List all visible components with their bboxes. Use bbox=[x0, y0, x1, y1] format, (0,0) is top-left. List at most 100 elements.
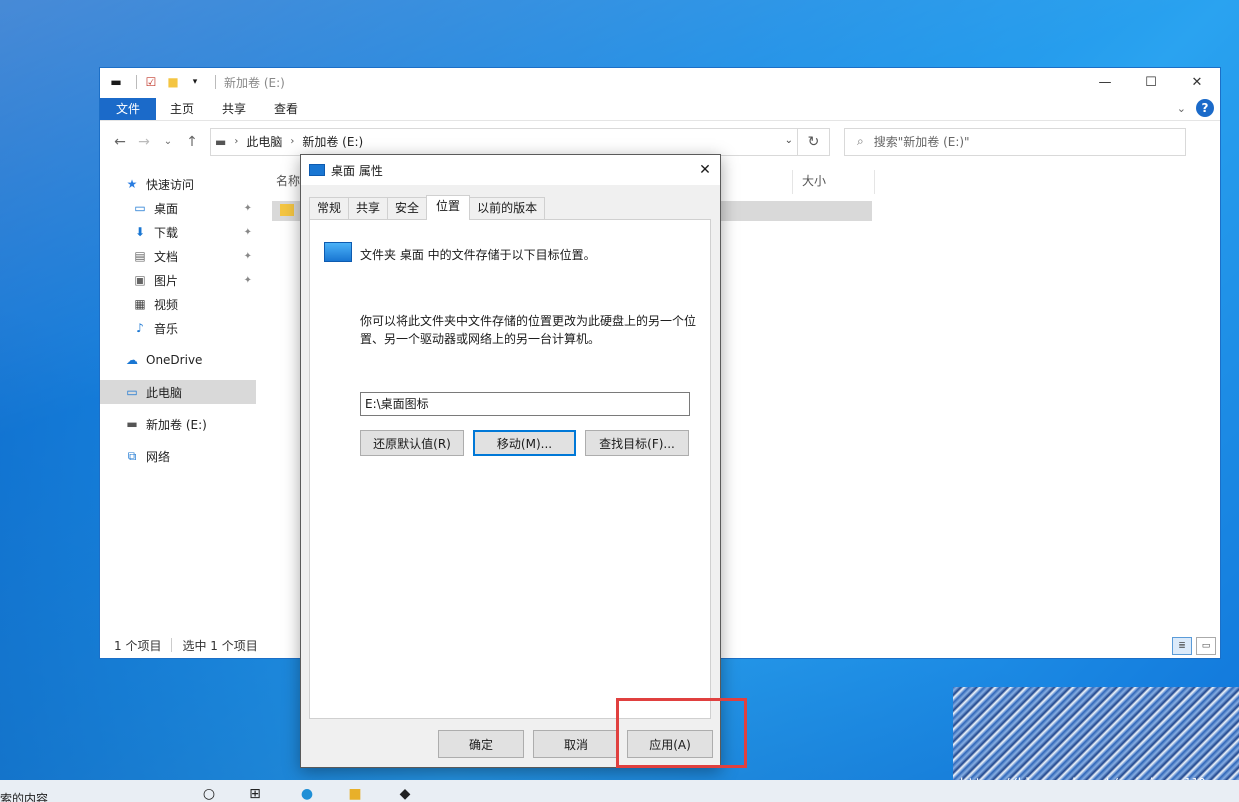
nav-this-pc[interactable]: ▭ 此电脑 bbox=[100, 380, 256, 404]
dialog-title: 桌面 属性 bbox=[331, 163, 383, 178]
taskbar-search-text[interactable]: 索的内容 bbox=[0, 790, 48, 802]
divider bbox=[136, 75, 137, 89]
cloud-icon: ☁ bbox=[126, 353, 138, 367]
search-placeholder: 搜索"新加卷 (E:)" bbox=[873, 135, 970, 149]
title-bar: ▬ ☑ ■ ▾ 新加卷 (E:) — ☐ ✕ bbox=[100, 68, 1220, 96]
nav-network[interactable]: ⧉ 网络 bbox=[100, 444, 256, 468]
location-info: 文件夹 桌面 中的文件存储于以下目标位置。 bbox=[360, 248, 596, 262]
address-dropdown-icon[interactable]: ⌄ bbox=[785, 135, 793, 146]
customize-dropdown-icon[interactable]: ▾ bbox=[187, 74, 203, 90]
large-icons-view-icon[interactable]: ▭ bbox=[1196, 637, 1216, 655]
computer-icon: ▭ bbox=[126, 385, 138, 399]
divider bbox=[874, 170, 875, 194]
view-switcher: ≣ ▭ bbox=[1172, 637, 1216, 655]
search-icon[interactable]: ○ bbox=[198, 786, 220, 802]
tab-location[interactable]: 位置 bbox=[426, 195, 471, 220]
edge-icon[interactable]: ● bbox=[296, 786, 318, 802]
item-count: 1 个项目 bbox=[114, 638, 162, 653]
nav-label: OneDrive bbox=[146, 353, 203, 367]
folder-icon bbox=[280, 204, 294, 216]
nav-item-documents[interactable]: ▤ 文档 ✦ bbox=[100, 244, 256, 268]
nav-item-videos[interactable]: ▦ 视频 bbox=[100, 292, 256, 316]
properties-dialog: 桌面 属性 ✕ 常规 共享 安全 位置 以前的版本 文件夹 桌面 中的文件存储于… bbox=[300, 154, 721, 768]
annotation-highlight bbox=[616, 698, 747, 768]
dialog-title-bar: 桌面 属性 ✕ bbox=[301, 155, 720, 185]
drive-icon: ▬ bbox=[126, 417, 138, 431]
maximize-button[interactable]: ☐ bbox=[1128, 68, 1174, 96]
tab-file[interactable]: 文件 bbox=[100, 98, 157, 120]
task-view-icon[interactable]: ⊞ bbox=[244, 786, 266, 802]
restore-default-button[interactable]: 还原默认值(R) bbox=[360, 430, 464, 456]
nav-item-music[interactable]: ♪ 音乐 bbox=[100, 316, 256, 340]
location-description: 你可以将此文件夹中文件存储的位置更改为此硬盘上的另一个位置、另一个驱动器或网络上… bbox=[360, 314, 697, 346]
move-button[interactable]: 移动(M)... bbox=[473, 430, 576, 456]
navigation-pane: ★ 快速访问 ▭ 桌面 ✦ ⬇ 下载 ✦ ▤ 文档 ✦ ▣ 图片 ✦ ▦ 视频 … bbox=[100, 164, 256, 634]
details-view-icon[interactable]: ≣ bbox=[1172, 637, 1192, 655]
drive-icon: ▬ bbox=[215, 134, 227, 149]
nav-item-desktop[interactable]: ▭ 桌面 ✦ bbox=[100, 196, 256, 220]
selected-count: 选中 1 个项目 bbox=[182, 638, 258, 653]
divider bbox=[215, 75, 216, 89]
nav-label: 网络 bbox=[146, 449, 171, 464]
search-input[interactable]: ⌕ 搜索"新加卷 (E:)" bbox=[844, 127, 1186, 156]
tab-view[interactable]: 查看 bbox=[260, 98, 312, 120]
cancel-button[interactable]: 取消 bbox=[533, 730, 619, 758]
column-header-size[interactable]: 大小 bbox=[802, 172, 826, 194]
nav-label: 视频 bbox=[154, 297, 179, 312]
nav-label: 桌面 bbox=[154, 201, 179, 216]
desktop-folder-icon bbox=[324, 242, 352, 262]
minimize-button[interactable]: — bbox=[1082, 68, 1128, 96]
breadcrumb-drive[interactable]: 新加卷 (E:) bbox=[302, 133, 363, 150]
tab-general[interactable]: 常规 bbox=[309, 197, 350, 219]
pin-icon[interactable]: ✦ bbox=[244, 203, 252, 214]
tab-security[interactable]: 安全 bbox=[387, 197, 428, 219]
star-icon: ★ bbox=[126, 177, 138, 191]
nav-drive-e[interactable]: ▬ 新加卷 (E:) bbox=[100, 412, 256, 436]
nav-item-downloads[interactable]: ⬇ 下载 ✦ bbox=[100, 220, 256, 244]
expand-ribbon-icon[interactable]: ⌄ bbox=[1177, 102, 1186, 115]
nav-label: 下载 bbox=[154, 225, 179, 240]
store-icon[interactable]: ◆ bbox=[394, 786, 416, 802]
nav-onedrive[interactable]: ☁ OneDrive bbox=[100, 348, 256, 372]
close-button[interactable]: ✕ bbox=[1174, 68, 1220, 96]
picture-icon: ▣ bbox=[134, 273, 146, 287]
up-button[interactable]: ↑ bbox=[180, 134, 204, 150]
network-icon: ⧉ bbox=[127, 448, 137, 463]
nav-label: 新加卷 (E:) bbox=[146, 417, 207, 432]
refresh-icon[interactable]: ↻ bbox=[797, 128, 829, 155]
taskbar: 索的内容 ○ ⊞ ● ■ ◆ bbox=[0, 780, 1239, 802]
pin-icon[interactable]: ✦ bbox=[244, 275, 252, 286]
tab-home[interactable]: 主页 bbox=[156, 98, 208, 120]
properties-check-icon[interactable]: ☑ bbox=[143, 74, 159, 90]
new-folder-icon[interactable]: ■ bbox=[165, 74, 181, 90]
address-bar[interactable]: ▬ › 此电脑 › 新加卷 (E:) ⌄ ↻ bbox=[210, 127, 830, 156]
breadcrumb-this-pc[interactable]: 此电脑 bbox=[246, 133, 282, 150]
help-icon[interactable]: ? bbox=[1196, 99, 1214, 117]
pin-icon[interactable]: ✦ bbox=[244, 227, 252, 238]
file-explorer-icon[interactable]: ■ bbox=[344, 786, 366, 802]
find-target-button[interactable]: 查找目标(F)... bbox=[585, 430, 689, 456]
nav-label: 快速访问 bbox=[146, 177, 195, 192]
column-header-name[interactable]: 名称 bbox=[276, 172, 300, 194]
search-icon: ⌕ bbox=[857, 134, 864, 148]
pin-icon[interactable]: ✦ bbox=[244, 251, 252, 262]
location-panel: 文件夹 桌面 中的文件存储于以下目标位置。 你可以将此文件夹中文件存储的位置更改… bbox=[309, 219, 711, 719]
tab-sharing[interactable]: 共享 bbox=[348, 197, 389, 219]
divider bbox=[792, 170, 793, 194]
path-input[interactable]: E:\桌面图标 bbox=[360, 392, 690, 416]
nav-quick-access[interactable]: ★ 快速访问 bbox=[100, 172, 256, 196]
chevron-right-icon: › bbox=[234, 136, 239, 147]
close-icon[interactable]: ✕ bbox=[690, 155, 720, 185]
desktop-icon: ▭ bbox=[134, 201, 146, 215]
ribbon-right: ⌄ ? bbox=[1177, 99, 1214, 117]
nav-item-pictures[interactable]: ▣ 图片 ✦ bbox=[100, 268, 256, 292]
video-icon: ▦ bbox=[134, 297, 146, 311]
tab-previous-versions[interactable]: 以前的版本 bbox=[469, 197, 546, 219]
chevron-right-icon: › bbox=[290, 136, 295, 147]
tab-share[interactable]: 共享 bbox=[208, 98, 260, 120]
nav-label: 文档 bbox=[154, 249, 179, 264]
ok-button[interactable]: 确定 bbox=[438, 730, 524, 758]
back-button[interactable]: ← bbox=[108, 134, 132, 150]
recent-dropdown-icon[interactable]: ⌄ bbox=[156, 136, 180, 147]
forward-button[interactable]: → bbox=[132, 134, 156, 150]
